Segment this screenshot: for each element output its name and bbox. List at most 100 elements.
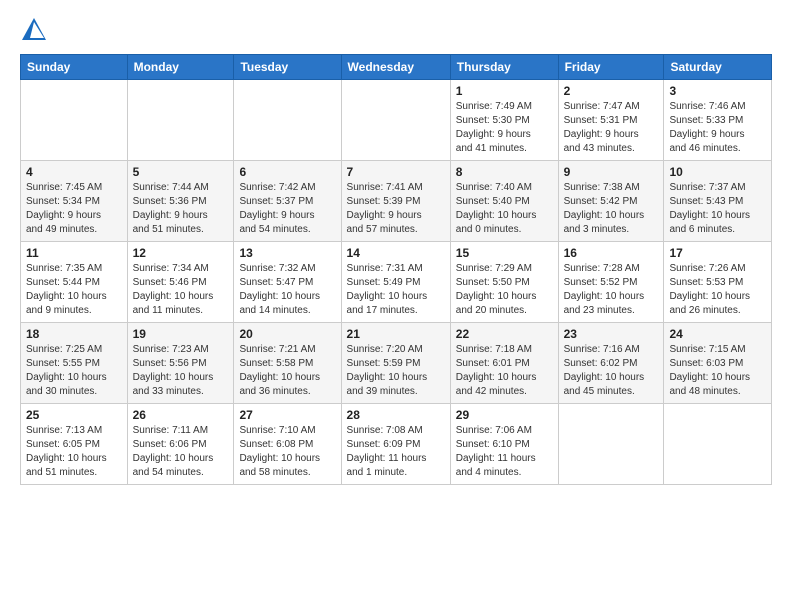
day-number: 15 [456, 246, 553, 260]
day-number: 19 [133, 327, 229, 341]
day-number: 11 [26, 246, 122, 260]
day-number: 1 [456, 84, 553, 98]
day-info: Sunrise: 7:35 AM Sunset: 5:44 PM Dayligh… [26, 262, 122, 318]
day-info: Sunrise: 7:10 AM Sunset: 6:08 PM Dayligh… [239, 424, 335, 480]
day-info: Sunrise: 7:23 AM Sunset: 5:56 PM Dayligh… [133, 343, 229, 399]
day-info: Sunrise: 7:21 AM Sunset: 5:58 PM Dayligh… [239, 343, 335, 399]
calendar-cell: 28 Sunrise: 7:08 AM Sunset: 6:09 PM Dayli… [341, 404, 450, 485]
day-number: 24 [669, 327, 766, 341]
calendar-cell: 2 Sunrise: 7:47 AM Sunset: 5:31 PM Daylig… [558, 80, 664, 161]
calendar-cell [234, 80, 341, 161]
day-info: Sunrise: 7:49 AM Sunset: 5:30 PM Dayligh… [456, 100, 553, 156]
day-info: Sunrise: 7:32 AM Sunset: 5:47 PM Dayligh… [239, 262, 335, 318]
day-header-monday: Monday [127, 55, 234, 80]
calendar-week-3: 11 Sunrise: 7:35 AM Sunset: 5:44 PM Dayli… [21, 242, 772, 323]
day-header-friday: Friday [558, 55, 664, 80]
day-info: Sunrise: 7:11 AM Sunset: 6:06 PM Dayligh… [133, 424, 229, 480]
day-info: Sunrise: 7:13 AM Sunset: 6:05 PM Dayligh… [26, 424, 122, 480]
calendar-cell: 29Sunrise: 7:06 AM Sunset: 6:10 PM Dayli… [450, 404, 558, 485]
calendar-cell: 24 Sunrise: 7:15 AM Sunset: 6:03 PM Dayli… [664, 323, 772, 404]
day-info: Sunrise: 7:26 AM Sunset: 5:53 PM Dayligh… [669, 262, 766, 318]
calendar-cell: 17 Sunrise: 7:26 AM Sunset: 5:53 PM Dayli… [664, 242, 772, 323]
calendar-week-1: 1 Sunrise: 7:49 AM Sunset: 5:30 PM Daylig… [21, 80, 772, 161]
day-number: 7 [347, 165, 445, 179]
calendar-cell: 14 Sunrise: 7:31 AM Sunset: 5:49 PM Dayli… [341, 242, 450, 323]
day-number: 6 [239, 165, 335, 179]
day-number: 3 [669, 84, 766, 98]
day-info: Sunrise: 7:42 AM Sunset: 5:37 PM Dayligh… [239, 181, 335, 237]
calendar-cell: 3 Sunrise: 7:46 AM Sunset: 5:33 PM Daylig… [664, 80, 772, 161]
day-info: Sunrise: 7:31 AM Sunset: 5:49 PM Dayligh… [347, 262, 445, 318]
day-number: 5 [133, 165, 229, 179]
calendar-cell: 18Sunrise: 7:25 AM Sunset: 5:55 PM Dayli… [21, 323, 128, 404]
day-info: Sunrise: 7:29 AM Sunset: 5:50 PM Dayligh… [456, 262, 553, 318]
calendar-cell: 20 Sunrise: 7:21 AM Sunset: 5:58 PM Dayli… [234, 323, 341, 404]
day-header-thursday: Thursday [450, 55, 558, 80]
calendar-table: SundayMondayTuesdayWednesdayThursdayFrid… [20, 54, 772, 485]
day-number: 2 [564, 84, 659, 98]
calendar-cell: 23 Sunrise: 7:16 AM Sunset: 6:02 PM Dayli… [558, 323, 664, 404]
header [20, 16, 772, 44]
calendar-cell: 7 Sunrise: 7:41 AM Sunset: 5:39 PM Daylig… [341, 161, 450, 242]
day-number: 25 [26, 408, 122, 422]
day-number: 16 [564, 246, 659, 260]
day-info: Sunrise: 7:06 AM Sunset: 6:10 PM Dayligh… [456, 424, 553, 480]
day-number: 10 [669, 165, 766, 179]
day-number: 9 [564, 165, 659, 179]
day-info: Sunrise: 7:44 AM Sunset: 5:36 PM Dayligh… [133, 181, 229, 237]
day-header-wednesday: Wednesday [341, 55, 450, 80]
day-number: 14 [347, 246, 445, 260]
day-info: Sunrise: 7:34 AM Sunset: 5:46 PM Dayligh… [133, 262, 229, 318]
calendar-cell: 8 Sunrise: 7:40 AM Sunset: 5:40 PM Daylig… [450, 161, 558, 242]
day-header-sunday: Sunday [21, 55, 128, 80]
day-info: Sunrise: 7:40 AM Sunset: 5:40 PM Dayligh… [456, 181, 553, 237]
calendar-cell: 21 Sunrise: 7:20 AM Sunset: 5:59 PM Dayli… [341, 323, 450, 404]
calendar-cell: 12 Sunrise: 7:34 AM Sunset: 5:46 PM Dayli… [127, 242, 234, 323]
day-info: Sunrise: 7:20 AM Sunset: 5:59 PM Dayligh… [347, 343, 445, 399]
day-info: Sunrise: 7:45 AM Sunset: 5:34 PM Dayligh… [26, 181, 122, 237]
calendar-week-2: 4 Sunrise: 7:45 AM Sunset: 5:34 PM Daylig… [21, 161, 772, 242]
day-info: Sunrise: 7:08 AM Sunset: 6:09 PM Dayligh… [347, 424, 445, 480]
calendar-cell: 13 Sunrise: 7:32 AM Sunset: 5:47 PM Dayli… [234, 242, 341, 323]
day-number: 8 [456, 165, 553, 179]
day-number: 27 [239, 408, 335, 422]
day-info: Sunrise: 7:41 AM Sunset: 5:39 PM Dayligh… [347, 181, 445, 237]
calendar-cell: 15 Sunrise: 7:29 AM Sunset: 5:50 PM Dayli… [450, 242, 558, 323]
day-number: 23 [564, 327, 659, 341]
calendar-cell: 27 Sunrise: 7:10 AM Sunset: 6:08 PM Dayli… [234, 404, 341, 485]
day-info: Sunrise: 7:47 AM Sunset: 5:31 PM Dayligh… [564, 100, 659, 156]
day-number: 17 [669, 246, 766, 260]
calendar-cell: 5 Sunrise: 7:44 AM Sunset: 5:36 PM Daylig… [127, 161, 234, 242]
calendar-week-4: 18Sunrise: 7:25 AM Sunset: 5:55 PM Dayli… [21, 323, 772, 404]
day-header-tuesday: Tuesday [234, 55, 341, 80]
day-number: 12 [133, 246, 229, 260]
day-info: Sunrise: 7:37 AM Sunset: 5:43 PM Dayligh… [669, 181, 766, 237]
day-info: Sunrise: 7:46 AM Sunset: 5:33 PM Dayligh… [669, 100, 766, 156]
day-info: Sunrise: 7:38 AM Sunset: 5:42 PM Dayligh… [564, 181, 659, 237]
calendar-cell: 11 Sunrise: 7:35 AM Sunset: 5:44 PM Dayli… [21, 242, 128, 323]
day-number: 22 [456, 327, 553, 341]
calendar-cell: 26Sunrise: 7:11 AM Sunset: 6:06 PM Dayli… [127, 404, 234, 485]
calendar-cell: 19 Sunrise: 7:23 AM Sunset: 5:56 PM Dayli… [127, 323, 234, 404]
day-info: Sunrise: 7:16 AM Sunset: 6:02 PM Dayligh… [564, 343, 659, 399]
calendar-cell: 22Sunrise: 7:18 AM Sunset: 6:01 PM Dayli… [450, 323, 558, 404]
logo-icon [20, 16, 48, 44]
calendar-cell [21, 80, 128, 161]
calendar-cell: 4 Sunrise: 7:45 AM Sunset: 5:34 PM Daylig… [21, 161, 128, 242]
calendar-cell: 10 Sunrise: 7:37 AM Sunset: 5:43 PM Dayli… [664, 161, 772, 242]
day-number: 4 [26, 165, 122, 179]
logo [20, 16, 50, 44]
calendar-cell: 1 Sunrise: 7:49 AM Sunset: 5:30 PM Daylig… [450, 80, 558, 161]
day-number: 20 [239, 327, 335, 341]
calendar-week-5: 25 Sunrise: 7:13 AM Sunset: 6:05 PM Dayli… [21, 404, 772, 485]
day-info: Sunrise: 7:15 AM Sunset: 6:03 PM Dayligh… [669, 343, 766, 399]
day-number: 21 [347, 327, 445, 341]
day-number: 28 [347, 408, 445, 422]
calendar-cell [127, 80, 234, 161]
day-info: Sunrise: 7:28 AM Sunset: 5:52 PM Dayligh… [564, 262, 659, 318]
calendar-cell [664, 404, 772, 485]
day-number: 13 [239, 246, 335, 260]
calendar-cell: 16 Sunrise: 7:28 AM Sunset: 5:52 PM Dayli… [558, 242, 664, 323]
calendar-cell: 6 Sunrise: 7:42 AM Sunset: 5:37 PM Daylig… [234, 161, 341, 242]
calendar-cell [558, 404, 664, 485]
